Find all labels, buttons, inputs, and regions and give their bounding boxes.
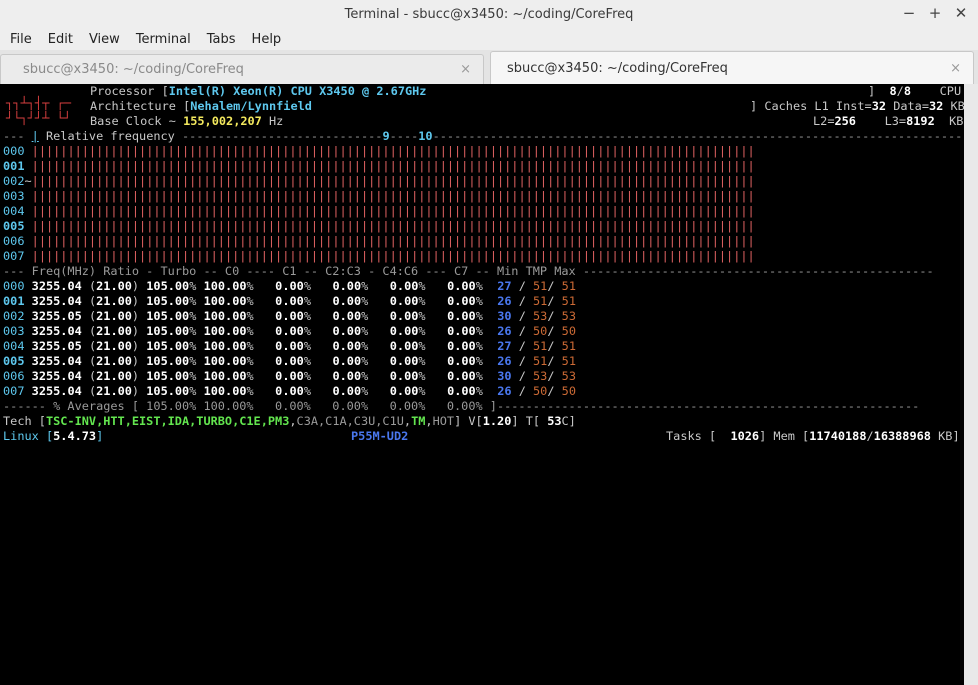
menu-edit[interactable]: Edit [40,32,81,47]
menu-view[interactable]: View [81,32,128,47]
tasks-mem-line: Tasks [ 1026] Mem [11740188/16388968 KB] [666,429,960,443]
menu-file[interactable]: File [2,32,40,47]
processor-line: Processor [Intel(R) Xeon(R) CPU X3450 @ … [90,84,427,98]
core-id: 004 [3,204,25,218]
frequency-scale: --- | Relative frequency ---------------… [3,129,964,143]
table-row: 003 3255.04 (21.00) 105.00% 100.00% 0.00… [3,324,576,338]
frequency-bar-row: 000 ||||||||||||||||||||||||||||||||||||… [3,144,755,159]
table-row: 007 3255.04 (21.00) 105.00% 100.00% 0.00… [3,384,576,398]
table-row: 004 3255.05 (21.00) 105.00% 100.00% 0.00… [3,339,576,353]
table-row: 000 3255.04 (21.00) 105.00% 100.00% 0.00… [3,279,576,293]
core-id: 002 [3,174,25,188]
frequency-bar: ||||||||||||||||||||||||||||||||||||||||… [31,249,755,263]
table-row: 001 3255.04 (21.00) 105.00% 100.00% 0.00… [3,294,576,308]
core-id: 000 [3,144,25,158]
tab-1[interactable]: sbucc@x3450: ~/coding/CoreFreq × [0,54,484,84]
tab-2[interactable]: sbucc@x3450: ~/coding/CoreFreq × [490,51,974,84]
frequency-bar-row: 003 ||||||||||||||||||||||||||||||||||||… [3,189,755,204]
table-row: 005 3255.04 (21.00) 105.00% 100.00% 0.00… [3,354,576,368]
cpu-count: ] 8/8 CPU [868,84,962,98]
core-id: 001 [3,159,25,173]
frequency-bar-row: 006 ||||||||||||||||||||||||||||||||||||… [3,234,755,249]
tab-bar: sbucc@x3450: ~/coding/CoreFreq × sbucc@x… [0,50,978,85]
kernel-line: Linux [5.4.73] [3,429,104,443]
averages-line: ------ % Averages [ 105.00% 100.00% 0.00… [3,399,920,413]
caches-l2-l3: L2=256 L3=8192 KB [813,114,964,128]
base-clock-line: Base Clock ~ 155,002,207 Hz [90,114,284,128]
window-controls: − + ✕ [902,4,968,22]
core-id: 003 [3,189,25,203]
architecture-line: Architecture [Nehalem/Lynnfield [90,99,312,113]
tech-line: Tech [TSC-INV,HTT,EIST,IDA,TURBO,C1E,PM3… [3,414,576,428]
table-header: --- Freq(MHz) Ratio - Turbo -- C0 ---- C… [3,264,934,278]
frequency-bar-row: 007 ||||||||||||||||||||||||||||||||||||… [3,249,755,264]
frequency-bar-row: 002~||||||||||||||||||||||||||||||||||||… [3,174,755,188]
terminal-output[interactable]: ┐┐┴┐┤┬ ┌─ ┘└┐┘┘┴ └┘ Processor [Intel(R) … [0,84,964,685]
tab-close-icon[interactable]: × [950,61,961,76]
core-id: 006 [3,234,25,248]
corefreq-logo: ┐┐┴┐┤┬ ┌─ ┘└┐┘┘┴ └┘ [6,96,72,125]
motherboard: P55M-UD2 [351,429,409,443]
tab-label: sbucc@x3450: ~/coding/CoreFreq [507,60,728,76]
minimize-button[interactable]: − [902,4,916,22]
tab-close-icon[interactable]: × [460,62,471,77]
menu-help[interactable]: Help [244,32,290,47]
caches-l1: ] Caches L1 Inst=32 Data=32 KB [750,99,964,113]
table-row: 002 3255.05 (21.00) 105.00% 100.00% 0.00… [3,309,576,323]
menu-tabs[interactable]: Tabs [199,32,244,47]
frequency-bar: ||||||||||||||||||||||||||||||||||||||||… [31,144,755,158]
frequency-bar: ||||||||||||||||||||||||||||||||||||||||… [31,204,755,218]
maximize-button[interactable]: + [928,4,942,22]
frequency-bar: ||||||||||||||||||||||||||||||||||||||||… [31,159,755,173]
frequency-bar-row: 004 ||||||||||||||||||||||||||||||||||||… [3,204,755,219]
tab-label: sbucc@x3450: ~/coding/CoreFreq [23,62,244,77]
window-title: Terminal - sbucc@x3450: ~/coding/CoreFre… [344,6,634,22]
scrollbar[interactable] [964,84,978,685]
close-button[interactable]: ✕ [954,4,968,22]
menubar: File Edit View Terminal Tabs Help [0,28,978,50]
core-id: 005 [3,219,25,233]
frequency-bar: ||||||||||||||||||||||||||||||||||||||||… [31,189,755,203]
menu-terminal[interactable]: Terminal [128,32,199,47]
core-id: 007 [3,249,25,263]
frequency-bar: ||||||||||||||||||||||||||||||||||||||||… [31,234,755,248]
frequency-bar: ||||||||||||||||||||||||||||||||||||||||… [31,174,755,188]
frequency-bar-row: 001 ||||||||||||||||||||||||||||||||||||… [3,159,755,174]
table-row: 006 3255.04 (21.00) 105.00% 100.00% 0.00… [3,369,576,383]
frequency-bar: ||||||||||||||||||||||||||||||||||||||||… [31,219,755,233]
window-titlebar: Terminal - sbucc@x3450: ~/coding/CoreFre… [0,0,978,28]
frequency-bar-row: 005 ||||||||||||||||||||||||||||||||||||… [3,219,755,234]
